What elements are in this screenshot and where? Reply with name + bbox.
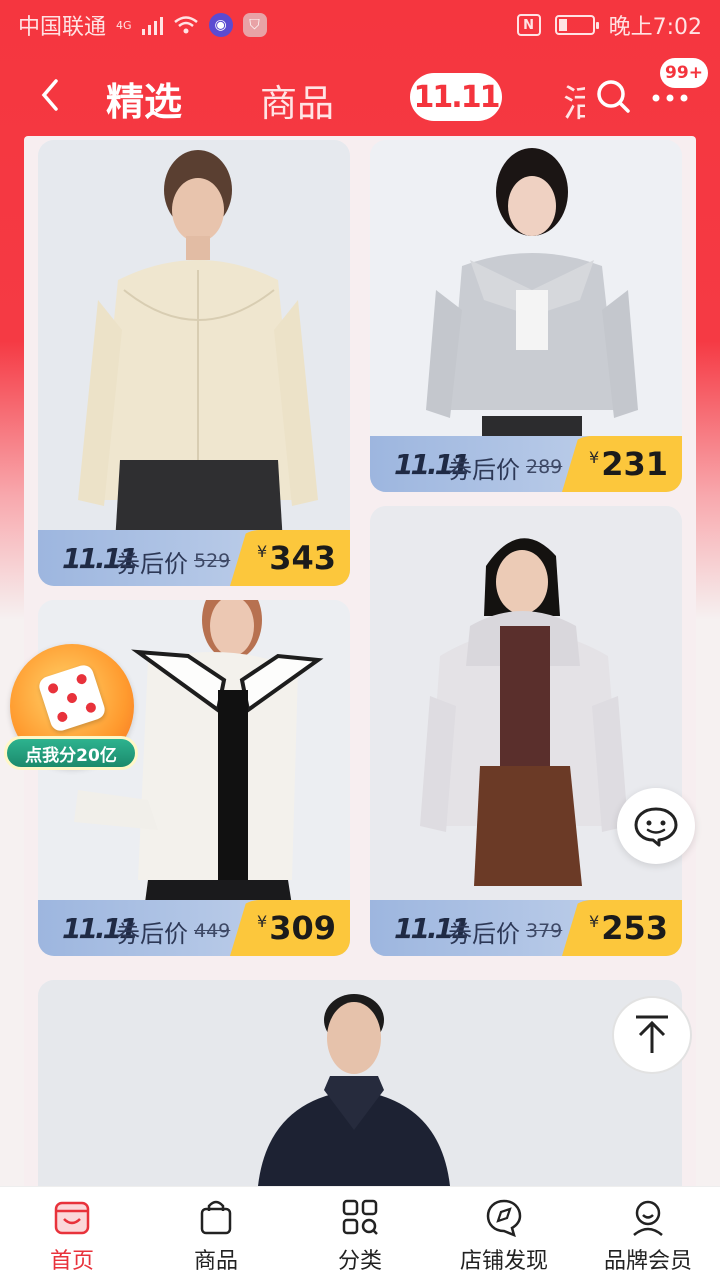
customer-service-button[interactable]: [617, 788, 695, 864]
price-strip: 11.11 券后价 379 ¥ 253: [370, 900, 682, 956]
tab-label: 店铺发现: [459, 1249, 548, 1274]
coupon-label: 券后价: [448, 920, 520, 948]
tab-featured[interactable]: 精选: [106, 71, 182, 126]
tab-goods-bottom[interactable]: 商品: [156, 1197, 276, 1277]
shop-home-icon: [54, 1201, 90, 1235]
promo-label: 点我分20亿: [4, 736, 138, 770]
final-price: 343: [269, 539, 336, 577]
shopping-bag-icon: [200, 1200, 232, 1235]
tab-label: 商品: [193, 1249, 238, 1274]
price-strip: 11.11 券后价 289 ¥ 231: [370, 436, 682, 492]
arrow-up-icon: [636, 1015, 668, 1053]
status-bar: 中国联通 4G ◉ ⛉ N 晚上7:02: [0, 0, 720, 50]
tab-label: 品牌会员: [603, 1249, 692, 1274]
tab-label: 首页: [49, 1249, 94, 1274]
product-card[interactable]: 11.11 券后价 379 ¥ 253: [370, 506, 682, 956]
coupon-label: 券后价: [116, 920, 188, 948]
final-price-badge: ¥ 309: [230, 900, 350, 956]
clock: 晚上7:02: [608, 15, 702, 40]
final-price-badge: ¥ 253: [562, 900, 682, 956]
price-strip: 11.11 券后价 529 ¥ 343: [38, 530, 350, 586]
tab-member[interactable]: 品牌会员: [588, 1197, 708, 1277]
coupon-label: 券后价: [116, 550, 188, 578]
tab-discover[interactable]: 店铺发现: [444, 1197, 564, 1277]
lucky-dice-promo[interactable]: 点我分20亿: [4, 644, 138, 776]
network-type: 4G: [116, 18, 132, 32]
currency-symbol: ¥: [589, 448, 600, 467]
product-card[interactable]: [38, 980, 682, 1186]
discover-chat-icon: [486, 1199, 522, 1237]
original-price: 289: [526, 456, 563, 478]
original-price: 529: [194, 550, 231, 572]
member-icon: [633, 1200, 663, 1236]
back-icon[interactable]: [32, 73, 72, 117]
currency-symbol: ¥: [589, 912, 600, 931]
signal-icon: [141, 15, 163, 35]
carrier-name: 中国联通: [18, 15, 107, 40]
product-card[interactable]: 11.11 券后价 529 ¥ 343: [38, 140, 350, 586]
back-to-top-button[interactable]: [612, 996, 692, 1074]
chat-bubble-icon: [634, 807, 678, 847]
final-price: 231: [601, 445, 668, 483]
final-price: 253: [601, 909, 668, 947]
tab-category[interactable]: 分类: [300, 1197, 420, 1277]
app-notification-icon: ◉: [208, 13, 233, 37]
original-price: 449: [194, 920, 231, 942]
tab-1111[interactable]: 11.11: [410, 73, 502, 121]
search-icon[interactable]: [594, 77, 632, 115]
top-nav: 精选 商品 11.11 活: [0, 55, 720, 135]
product-card[interactable]: 11.11 券后价 289 ¥ 231: [370, 140, 682, 492]
tab-goods[interactable]: 商品: [260, 73, 334, 127]
battery-icon: [554, 15, 599, 35]
coupon-label: 券后价: [448, 456, 520, 484]
currency-symbol: ¥: [257, 542, 268, 561]
final-price-badge: ¥ 231: [562, 436, 682, 492]
message-count-badge[interactable]: 99+: [660, 58, 708, 88]
tab-activity[interactable]: 活: [563, 73, 585, 127]
product-image: [38, 140, 350, 586]
tab-label: 分类: [337, 1249, 382, 1274]
currency-symbol: ¥: [257, 912, 268, 931]
nfc-icon: N: [516, 14, 541, 36]
original-price: 379: [526, 920, 563, 942]
wifi-icon: [173, 16, 198, 34]
product-image: [370, 506, 682, 956]
price-strip: 11.11 券后价 449 ¥ 309: [38, 900, 350, 956]
product-image: [38, 980, 682, 1186]
final-price-badge: ¥ 343: [230, 530, 350, 586]
bottom-tab-bar: 首页 商品 分类 店铺发现 品牌会员: [0, 1186, 720, 1280]
tab-home[interactable]: 首页: [12, 1197, 132, 1277]
category-grid-icon: [342, 1199, 378, 1235]
shield-notification-icon: ⛉: [242, 13, 267, 37]
final-price: 309: [269, 909, 336, 947]
